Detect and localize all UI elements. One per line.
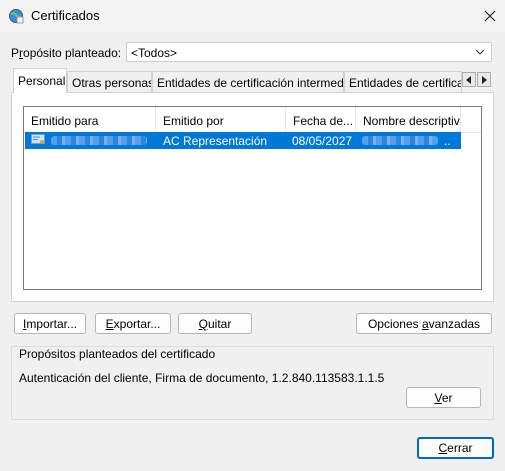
tab-entidades-raiz[interactable]: Entidades de certificaci — [344, 71, 462, 92]
friendly-name-ellipsis: .. — [444, 134, 451, 148]
certificate-icon — [31, 134, 45, 144]
column-header-fecha[interactable]: Fecha de... — [286, 107, 356, 132]
table-row[interactable]: AC Representación 08/05/2027 .. — [25, 132, 461, 149]
certificate-list[interactable]: Emitido para Emitido por Fecha de... Nom… — [23, 106, 482, 290]
issued-by-cell: AC Representación — [163, 134, 268, 148]
column-header-emitido-por[interactable]: Emitido por — [156, 107, 286, 132]
tab-scroll-right-button[interactable] — [477, 72, 491, 87]
chevron-down-icon — [475, 49, 485, 55]
triangle-left-icon — [466, 75, 471, 84]
advanced-options-button[interactable]: Opciones avanzadas — [356, 313, 492, 334]
purpose-label: Propósito planteado: — [11, 46, 122, 60]
expiry-date-cell: 08/05/2027 — [292, 134, 353, 148]
column-header-nombre-descriptivo[interactable]: Nombre descriptivo — [356, 107, 461, 132]
list-header: Emitido para Emitido por Fecha de... Nom… — [24, 107, 481, 133]
view-button[interactable]: Ver — [406, 387, 481, 408]
tab-personal[interactable]: Personal — [13, 68, 67, 93]
triangle-right-icon — [482, 75, 487, 84]
tab-otras-personas[interactable]: Otras personas — [67, 71, 152, 92]
column-header-emitido-para[interactable]: Emitido para — [24, 107, 156, 132]
export-button[interactable]: Exportar... — [95, 313, 171, 334]
tab-scroll-left-button[interactable] — [462, 72, 476, 87]
window-title: Certificados — [31, 8, 100, 23]
issued-to-redacted — [51, 134, 155, 148]
remove-button[interactable]: Quitar — [178, 313, 252, 334]
certificate-globe-icon — [9, 9, 24, 24]
purpose-value: <Todos> — [131, 46, 178, 60]
close-icon — [484, 10, 495, 22]
close-button[interactable]: Cerrar — [417, 437, 494, 459]
import-button[interactable]: Importar... — [14, 313, 86, 334]
group-title: Propósitos planteados del certificado — [19, 347, 216, 361]
purpose-dropdown[interactable]: <Todos> — [126, 42, 492, 62]
tab-entidades-intermedias[interactable]: Entidades de certificación intermedias — [152, 71, 344, 92]
certificate-purposes-text: Autenticación del cliente, Firma de docu… — [19, 371, 385, 385]
friendly-name-redacted — [362, 134, 442, 148]
close-window-button[interactable] — [474, 0, 505, 32]
